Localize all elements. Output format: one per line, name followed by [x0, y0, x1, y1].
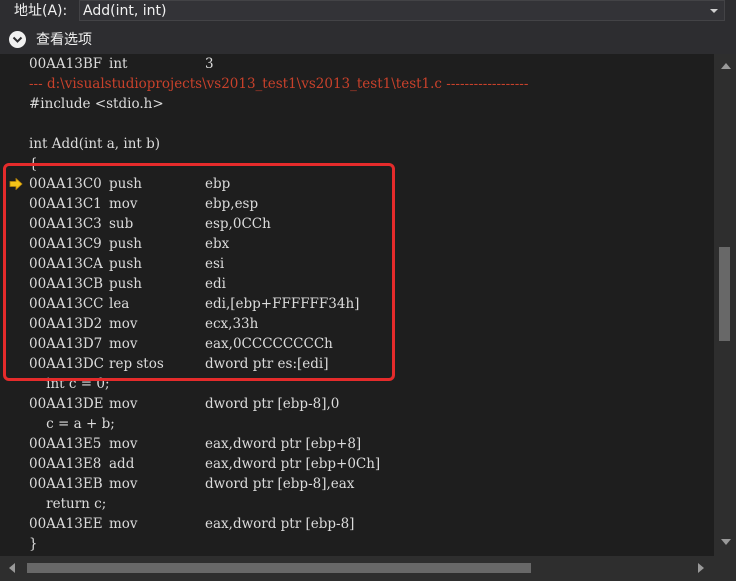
horizontal-scroll-thumb[interactable]	[27, 563, 531, 573]
source-file-header: --- d:\visualstudioprojects\vs2013_test1…	[29, 76, 529, 92]
asm-opcode: int	[109, 56, 128, 72]
asm-operands: dword ptr [ebp-8],eax	[205, 476, 355, 492]
chevron-down-circle-icon[interactable]	[9, 31, 26, 48]
asm-address: 00AA13BF	[29, 56, 103, 72]
view-options-label[interactable]: 查看选项	[36, 31, 92, 49]
scroll-left-arrow-icon[interactable]	[9, 563, 15, 573]
horizontal-scrollbar[interactable]	[0, 556, 714, 581]
asm-opcode: mov	[109, 516, 138, 532]
asm-address: 00AA13EB	[29, 476, 103, 492]
asm-opcode: mov	[109, 476, 138, 492]
vertical-scroll-thumb[interactable]	[719, 247, 730, 341]
address-combobox[interactable]: Add(int, int)	[79, 0, 725, 21]
address-value[interactable]: Add(int, int)	[83, 2, 166, 20]
asm-address: 00AA13EE	[29, 516, 103, 532]
source-line: int Add(int a, int b)	[29, 136, 161, 152]
source-line: }	[29, 536, 38, 552]
asm-operands: eax,dword ptr [ebp-8]	[205, 516, 355, 532]
dropdown-arrow-icon[interactable]	[710, 9, 718, 13]
view-options-bar[interactable]: 查看选项	[0, 24, 736, 54]
asm-operands: eax,dword ptr [ebp+0Ch]	[205, 456, 381, 472]
asm-address: 00AA13E5	[29, 436, 102, 452]
asm-opcode: mov	[109, 396, 138, 412]
scroll-up-arrow-icon[interactable]	[721, 63, 731, 69]
source-line: #include <stdio.h>	[29, 96, 164, 112]
asm-address: 00AA13DE	[29, 396, 104, 412]
vertical-scrollbar[interactable]	[714, 54, 736, 556]
asm-opcode: add	[109, 456, 135, 472]
highlight-box	[3, 163, 395, 381]
disassembly-view[interactable]: 00AA13BF int 3 --- d:\visualstudioprojects\…	[0, 54, 714, 556]
asm-operands: 3	[205, 56, 214, 72]
scroll-down-arrow-icon[interactable]	[721, 539, 731, 545]
address-label: 地址(A):	[14, 3, 68, 19]
source-line: c = a + b;	[29, 416, 115, 432]
scroll-right-arrow-icon[interactable]	[698, 563, 704, 573]
asm-operands: eax,dword ptr [ebp+8]	[205, 436, 362, 452]
asm-opcode: mov	[109, 436, 138, 452]
scrollbar-corner	[714, 556, 736, 581]
address-toolbar: 地址(A): Add(int, int)	[0, 0, 736, 24]
asm-operands: dword ptr [ebp-8],0	[205, 396, 340, 412]
asm-address: 00AA13E8	[29, 456, 102, 472]
source-line: return c;	[29, 496, 107, 512]
